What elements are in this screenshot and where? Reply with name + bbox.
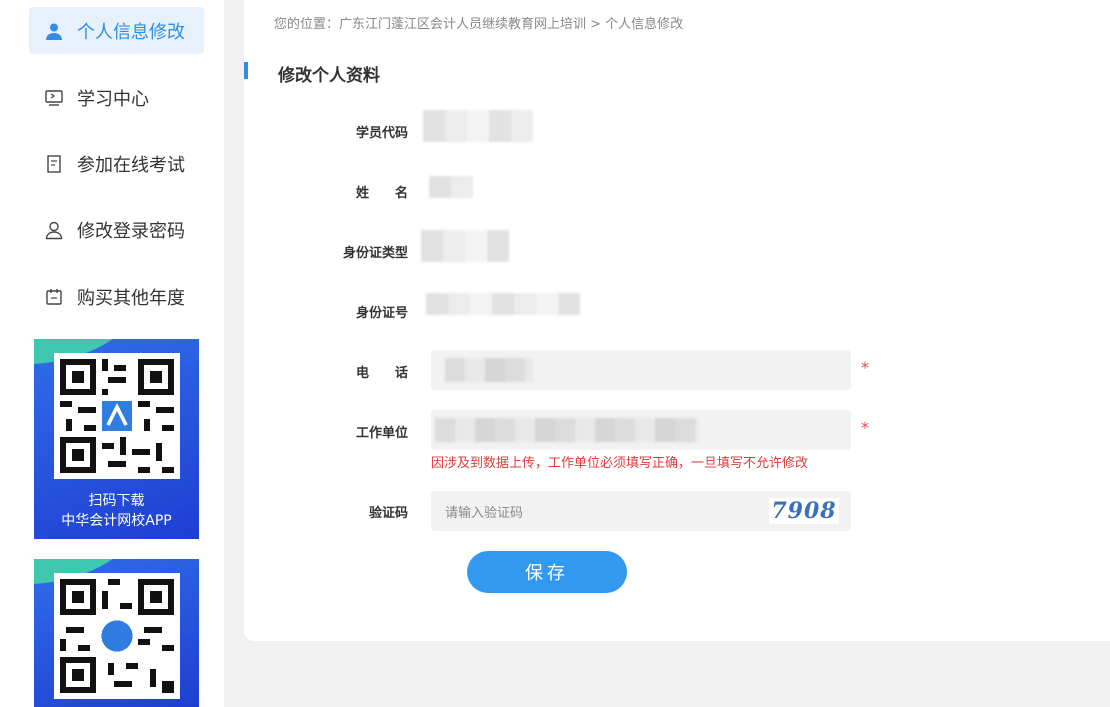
captcha-placeholder: 请输入验证码 bbox=[445, 505, 524, 521]
app-download-promo[interactable]: 扫码下载 中华会计网校APP bbox=[34, 339, 199, 539]
captcha-input[interactable]: 请输入验证码 7908 bbox=[431, 491, 851, 531]
breadcrumb: 您的位置：广东江门蓬江区会计人员继续教育网上培训 > 个人信息修改 bbox=[274, 17, 684, 32]
phone-input[interactable] bbox=[431, 350, 851, 390]
wechat-promo[interactable] bbox=[34, 559, 199, 707]
sidebar-item-profile[interactable]: 个人信息修改 bbox=[29, 7, 204, 54]
id-type-label: 身份证类型 bbox=[342, 246, 408, 261]
id-number-value bbox=[426, 293, 580, 315]
sidebar-item-label: 个人信息修改 bbox=[77, 21, 185, 43]
qr-code bbox=[54, 353, 180, 479]
work-unit-input[interactable] bbox=[431, 410, 851, 450]
sidebar-item-label: 购买其他年度 bbox=[77, 287, 185, 309]
name-value bbox=[429, 176, 473, 198]
monitor-icon bbox=[43, 87, 65, 109]
section-title: 修改个人资料 bbox=[278, 66, 380, 86]
section-accent-bar bbox=[244, 62, 248, 79]
user-icon bbox=[43, 20, 65, 42]
exam-doc-icon bbox=[43, 153, 65, 175]
sidebar: 个人信息修改 学习中心 参加在线考试 修改登录密码 购买其他年度 扫码下载 中华… bbox=[0, 0, 224, 707]
work-unit-label: 工作单位 bbox=[355, 426, 408, 441]
phone-label: 电 话 bbox=[355, 366, 408, 381]
sidebar-item-label: 学习中心 bbox=[77, 88, 149, 110]
student-code-value bbox=[423, 110, 533, 142]
name-label: 姓 名 bbox=[355, 186, 408, 201]
promo-caption: 扫码下载 中华会计网校APP bbox=[61, 493, 172, 529]
save-button[interactable]: 保存 bbox=[467, 551, 627, 593]
work-unit-required-mark: * bbox=[861, 418, 869, 437]
sidebar-item-label: 修改登录密码 bbox=[77, 220, 185, 242]
user-icon bbox=[43, 219, 65, 241]
sidebar-item-exam[interactable]: 参加在线考试 bbox=[29, 140, 204, 187]
sidebar-item-purchase[interactable]: 购买其他年度 bbox=[29, 273, 204, 320]
sidebar-item-study[interactable]: 学习中心 bbox=[29, 74, 204, 121]
calendar-icon bbox=[43, 286, 65, 308]
id-number-label: 身份证号 bbox=[355, 306, 408, 321]
id-type-value bbox=[421, 230, 509, 262]
main-panel: 您的位置：广东江门蓬江区会计人员继续教育网上培训 > 个人信息修改 修改个人资料… bbox=[244, 0, 1110, 641]
qr-code bbox=[54, 573, 180, 699]
captcha-label: 验证码 bbox=[368, 506, 408, 521]
sidebar-item-label: 参加在线考试 bbox=[77, 154, 185, 176]
sidebar-item-password[interactable]: 修改登录密码 bbox=[29, 206, 204, 253]
work-unit-warning: 因涉及到数据上传，工作单位必须填写正确，一旦填写不允许修改 bbox=[431, 456, 809, 471]
captcha-image[interactable]: 7908 bbox=[769, 498, 839, 524]
phone-required-mark: * bbox=[861, 358, 869, 377]
student-code-label: 学员代码 bbox=[355, 126, 408, 141]
